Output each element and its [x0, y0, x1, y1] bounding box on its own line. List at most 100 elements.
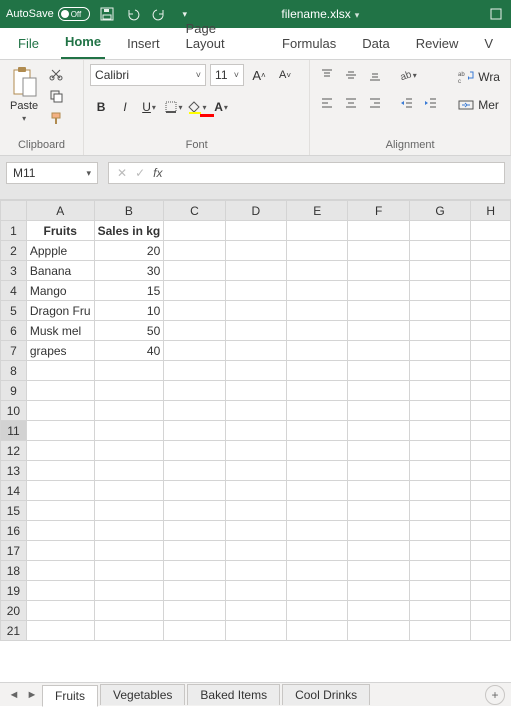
- cell[interactable]: [287, 361, 348, 381]
- cell[interactable]: [287, 441, 348, 461]
- cell[interactable]: [348, 241, 409, 261]
- cell[interactable]: [164, 321, 225, 341]
- cell[interactable]: [164, 221, 225, 241]
- redo-icon[interactable]: [150, 5, 168, 23]
- qat-dropdown-icon[interactable]: ▾: [176, 5, 194, 23]
- col-header[interactable]: B: [94, 201, 164, 221]
- cell[interactable]: [348, 401, 409, 421]
- cell[interactable]: [26, 541, 94, 561]
- tab-home[interactable]: Home: [61, 28, 105, 59]
- cell[interactable]: [225, 601, 286, 621]
- format-painter-icon[interactable]: [46, 108, 66, 128]
- italic-button[interactable]: I: [114, 96, 136, 118]
- cell[interactable]: [164, 361, 225, 381]
- cell[interactable]: 30: [94, 261, 164, 281]
- cell[interactable]: [471, 481, 511, 501]
- sheet-nav-next-icon[interactable]: ►: [24, 687, 40, 703]
- cell[interactable]: 20: [94, 241, 164, 261]
- row-header[interactable]: 21: [1, 621, 27, 641]
- cell[interactable]: [287, 381, 348, 401]
- cell[interactable]: [164, 541, 225, 561]
- cell[interactable]: [225, 261, 286, 281]
- col-header[interactable]: D: [225, 201, 286, 221]
- cell[interactable]: [164, 261, 225, 281]
- cell[interactable]: [225, 561, 286, 581]
- cell[interactable]: [94, 561, 164, 581]
- underline-button[interactable]: U▾: [138, 96, 160, 118]
- decrease-indent-icon[interactable]: [396, 92, 418, 114]
- cell[interactable]: grapes: [26, 341, 94, 361]
- cell[interactable]: [225, 241, 286, 261]
- cell[interactable]: [225, 301, 286, 321]
- sheet-tab[interactable]: Vegetables: [100, 684, 185, 705]
- cell[interactable]: [287, 601, 348, 621]
- cell[interactable]: [225, 361, 286, 381]
- cell[interactable]: [348, 321, 409, 341]
- cell[interactable]: [348, 341, 409, 361]
- cell[interactable]: [348, 541, 409, 561]
- cell[interactable]: [287, 421, 348, 441]
- row-header[interactable]: 12: [1, 441, 27, 461]
- cell[interactable]: [26, 521, 94, 541]
- formula-input[interactable]: [170, 162, 505, 184]
- cell[interactable]: [471, 261, 511, 281]
- cell[interactable]: [225, 501, 286, 521]
- cell[interactable]: [94, 421, 164, 441]
- cell[interactable]: [225, 381, 286, 401]
- cut-icon[interactable]: [46, 64, 66, 84]
- sheet-tab[interactable]: Fruits: [42, 685, 98, 707]
- cell[interactable]: [26, 581, 94, 601]
- font-name-combo[interactable]: Calibri˅: [90, 64, 206, 86]
- cell[interactable]: [287, 481, 348, 501]
- cell[interactable]: [409, 261, 470, 281]
- select-all-corner[interactable]: [1, 201, 27, 221]
- cell[interactable]: [471, 521, 511, 541]
- cell[interactable]: [348, 301, 409, 321]
- row-header[interactable]: 10: [1, 401, 27, 421]
- cell[interactable]: [164, 241, 225, 261]
- cell[interactable]: [409, 421, 470, 441]
- tab-data[interactable]: Data: [358, 30, 393, 59]
- col-header[interactable]: C: [164, 201, 225, 221]
- cell[interactable]: [164, 461, 225, 481]
- col-header[interactable]: G: [409, 201, 470, 221]
- cell[interactable]: [471, 321, 511, 341]
- cell[interactable]: [225, 221, 286, 241]
- col-header[interactable]: E: [287, 201, 348, 221]
- cell[interactable]: [225, 581, 286, 601]
- cell[interactable]: [471, 361, 511, 381]
- align-bottom-icon[interactable]: [364, 64, 386, 86]
- row-header[interactable]: 16: [1, 521, 27, 541]
- sheet-tab[interactable]: Baked Items: [187, 684, 280, 705]
- cell[interactable]: [94, 521, 164, 541]
- cell[interactable]: [164, 301, 225, 321]
- cell[interactable]: [225, 541, 286, 561]
- cell[interactable]: [471, 281, 511, 301]
- cell[interactable]: 10: [94, 301, 164, 321]
- cell[interactable]: [287, 261, 348, 281]
- align-right-icon[interactable]: [364, 92, 386, 114]
- save-icon[interactable]: [98, 5, 116, 23]
- cell[interactable]: [409, 441, 470, 461]
- cell[interactable]: [287, 541, 348, 561]
- cell[interactable]: [409, 461, 470, 481]
- cell[interactable]: [409, 561, 470, 581]
- cell[interactable]: [26, 621, 94, 641]
- cell[interactable]: [348, 441, 409, 461]
- cell[interactable]: [26, 481, 94, 501]
- cell[interactable]: [287, 561, 348, 581]
- row-header[interactable]: 20: [1, 601, 27, 621]
- cell[interactable]: [409, 541, 470, 561]
- cell[interactable]: [471, 461, 511, 481]
- cell[interactable]: [409, 321, 470, 341]
- cell[interactable]: [94, 361, 164, 381]
- tab-formulas[interactable]: Formulas: [278, 30, 340, 59]
- cell[interactable]: [409, 501, 470, 521]
- cell[interactable]: [471, 341, 511, 361]
- cell[interactable]: [287, 521, 348, 541]
- bold-button[interactable]: B: [90, 96, 112, 118]
- cell[interactable]: [26, 561, 94, 581]
- window-control-icon[interactable]: [487, 5, 505, 23]
- cell[interactable]: [164, 401, 225, 421]
- cell[interactable]: [348, 601, 409, 621]
